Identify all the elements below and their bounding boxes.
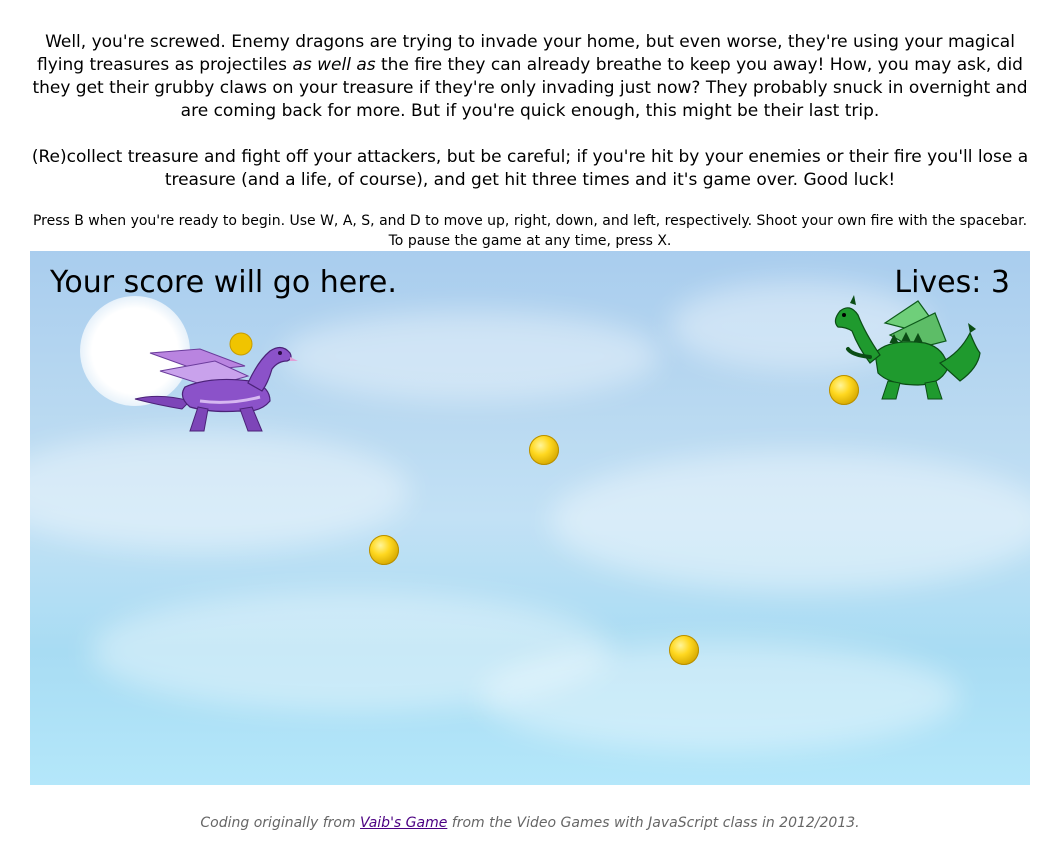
game-canvas[interactable]: Your score will go here. Lives: 3 — [30, 251, 1030, 785]
footer-text-2: from the Video Games with JavaScript cla… — [447, 815, 860, 831]
purple-dragon-player — [134, 332, 298, 432]
score-display: Your score will go here. — [50, 265, 397, 300]
treasure-coin — [529, 435, 559, 465]
footer-text-1: Coding originally from — [200, 815, 361, 831]
intro-paragraph-controls: Press B when you're ready to begin. Use … — [32, 213, 1028, 249]
intro-emphasis: as well as — [292, 55, 376, 75]
cloud — [550, 451, 1030, 591]
cloud — [30, 431, 410, 551]
intro-paragraph-goal: (Re)collect treasure and fight off your … — [31, 147, 1029, 190]
cloud — [480, 641, 960, 751]
cloud — [280, 311, 660, 401]
footer-credit: Coding originally from Vaib's Game from … — [0, 815, 1060, 831]
intro-paragraph-story: Well, you're screwed. Enemy dragons are … — [25, 31, 1035, 123]
vaibs-game-link[interactable]: Vaib's Game — [360, 815, 447, 831]
treasure-coin — [669, 635, 699, 665]
treasure-coin — [829, 375, 859, 405]
treasure-coin — [369, 535, 399, 565]
